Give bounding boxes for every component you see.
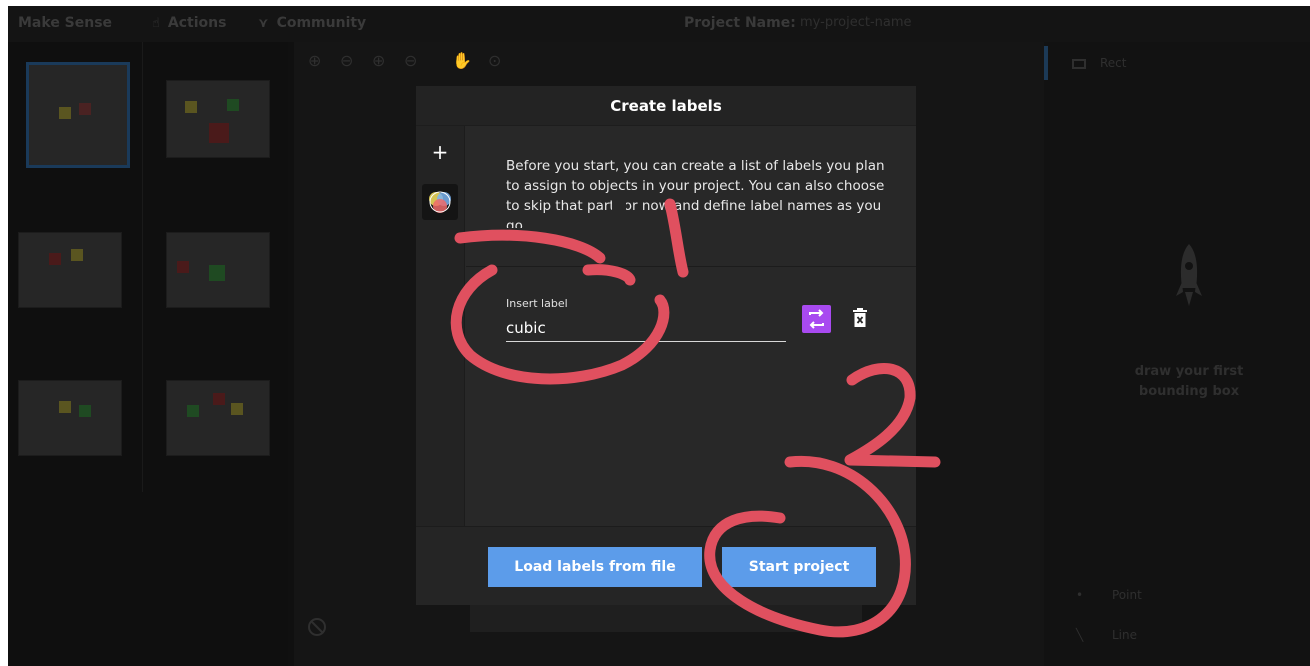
- dialog-side-toolbar: +: [416, 126, 465, 526]
- start-project-button[interactable]: Start project: [722, 547, 876, 587]
- create-labels-dialog: Create labels + Before you start, you ca…: [416, 86, 916, 605]
- label-name-input[interactable]: [506, 314, 786, 342]
- dialog-header: Create labels: [416, 86, 916, 126]
- change-color-button[interactable]: [802, 305, 831, 333]
- refresh-color-icon: [809, 309, 824, 329]
- insert-label-caption: Insert label: [506, 297, 568, 310]
- delete-label-icon[interactable]: [852, 308, 868, 328]
- dialog-title: Create labels: [610, 97, 722, 115]
- color-palette-icon: [429, 191, 451, 213]
- dialog-description: Before you start, you can create a list …: [506, 158, 885, 228]
- color-palette-button[interactable]: [422, 184, 458, 220]
- dialog-divider: [466, 266, 916, 267]
- dialog-footer: Load labels from file Start project: [416, 527, 916, 605]
- add-label-button[interactable]: +: [429, 142, 451, 164]
- load-labels-button[interactable]: Load labels from file: [488, 547, 702, 587]
- modal-overlay: Create labels + Before you start, you ca…: [0, 0, 1310, 666]
